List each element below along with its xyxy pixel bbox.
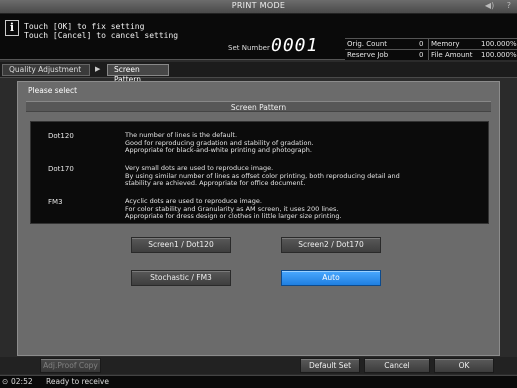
memory-label: Memory [431,40,460,48]
ok-button[interactable]: OK [434,358,494,373]
reserve-job-label: Reserve Job [347,51,389,59]
screen2-dot170-button[interactable]: Screen2 / Dot170 [281,237,381,253]
set-number-label: Set Number [228,44,270,52]
breadcrumb: Quality Adjustment ▶ Screen Pattern [0,62,517,84]
set-number-value: 0001 [271,35,319,56]
file-amount-label: File Amount [431,51,473,59]
info-icon: i [5,20,19,36]
desc-name-dot170: Dot170 [48,165,74,173]
breadcrumb-arrow-icon: ▶ [95,65,101,73]
desc-text-dot120: The number of lines is the default. Good… [125,131,314,154]
memory-value: 100.000% [481,40,517,48]
status-text: Ready to receive [46,377,109,386]
description-panel: Dot120 The number of lines is the defaul… [30,121,489,224]
section-title: Screen Pattern [230,103,287,112]
orig-count-label: Orig. Count [347,40,388,48]
status-bar: ⊙ 02:52 Ready to receive [0,375,517,388]
orig-count-value: 0 [419,40,424,48]
instruction-line-2: Touch [Cancel] to cancel setting [24,31,179,40]
screen1-dot120-button[interactable]: Screen1 / Dot120 [131,237,231,253]
file-amount-value: 100.000% [481,51,517,59]
stochastic-fm3-button[interactable]: Stochastic / FM3 [131,270,231,286]
bottom-action-bar: Adj.Proof Copy Default Set Cancel OK [0,357,517,374]
breadcrumb-quality-adjustment[interactable]: Quality Adjustment [2,64,90,76]
prompt-text: Please select [28,86,78,95]
reserve-job-value: 0 [419,51,424,59]
cancel-button[interactable]: Cancel [364,358,430,373]
top-bar: PRINT MODE ◀) ? [0,0,517,14]
speaker-icon[interactable]: ◀) [485,1,494,10]
desc-name-fm3: FM3 [48,198,63,206]
screen-pattern-dialog: Please select Screen Pattern Dot120 The … [17,81,500,356]
adj-proof-copy-button[interactable]: Adj.Proof Copy [40,358,101,373]
instruction-line-1: Touch [OK] to fix setting [24,22,145,31]
section-header: Screen Pattern [26,101,491,112]
mode-title: PRINT MODE [231,1,286,10]
auto-button[interactable]: Auto [281,270,381,286]
counters-panel: Orig. Count 0 Memory 100.000% Reserve Jo… [345,14,517,60]
desc-name-dot120: Dot120 [48,132,74,140]
message-panel: i Touch [OK] to fix setting Touch [Cance… [0,14,345,60]
default-set-button[interactable]: Default Set [300,358,360,373]
breadcrumb-screen-pattern: Screen Pattern [107,64,169,84]
desc-text-dot170: Very small dots are used to reproduce im… [125,164,400,187]
desc-text-fm3: Acyclic dots are used to reproduce image… [125,197,342,220]
status-time: 02:52 [11,377,33,386]
help-icon[interactable]: ? [507,1,511,10]
clock-icon: ⊙ [2,377,9,386]
